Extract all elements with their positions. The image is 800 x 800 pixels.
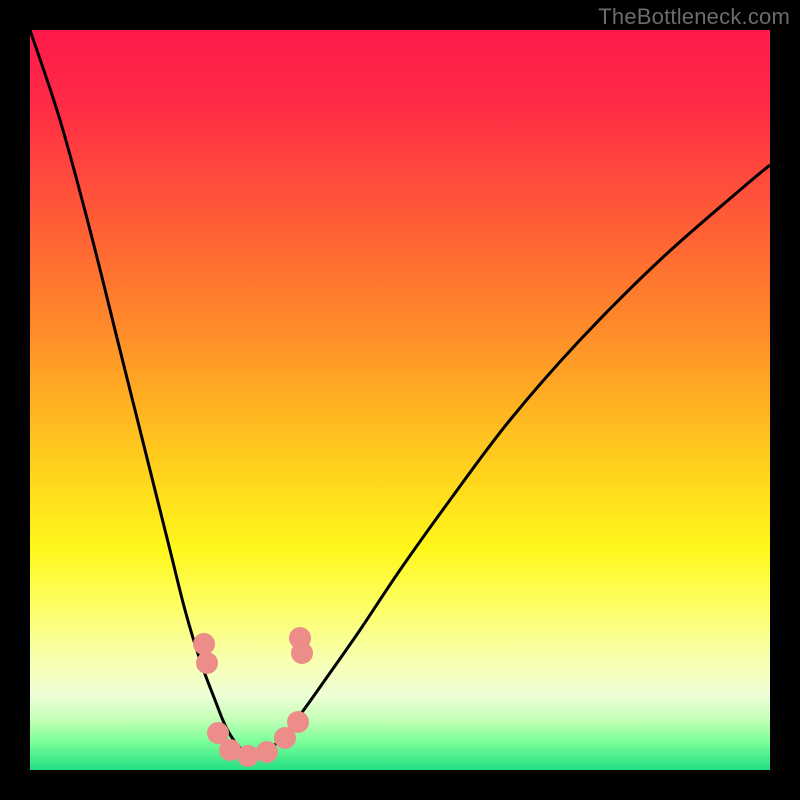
chart-frame: { "watermark": "TheBottleneck.com", "cha… <box>0 0 800 800</box>
highlight-dot <box>287 711 309 733</box>
highlight-dot <box>291 642 313 664</box>
chart-svg <box>0 0 800 800</box>
highlight-dot <box>256 741 278 763</box>
highlight-dot <box>237 745 259 767</box>
highlight-dot <box>193 633 215 655</box>
plot-background <box>30 30 770 770</box>
highlight-dot <box>196 652 218 674</box>
watermark-text: TheBottleneck.com <box>598 4 790 30</box>
